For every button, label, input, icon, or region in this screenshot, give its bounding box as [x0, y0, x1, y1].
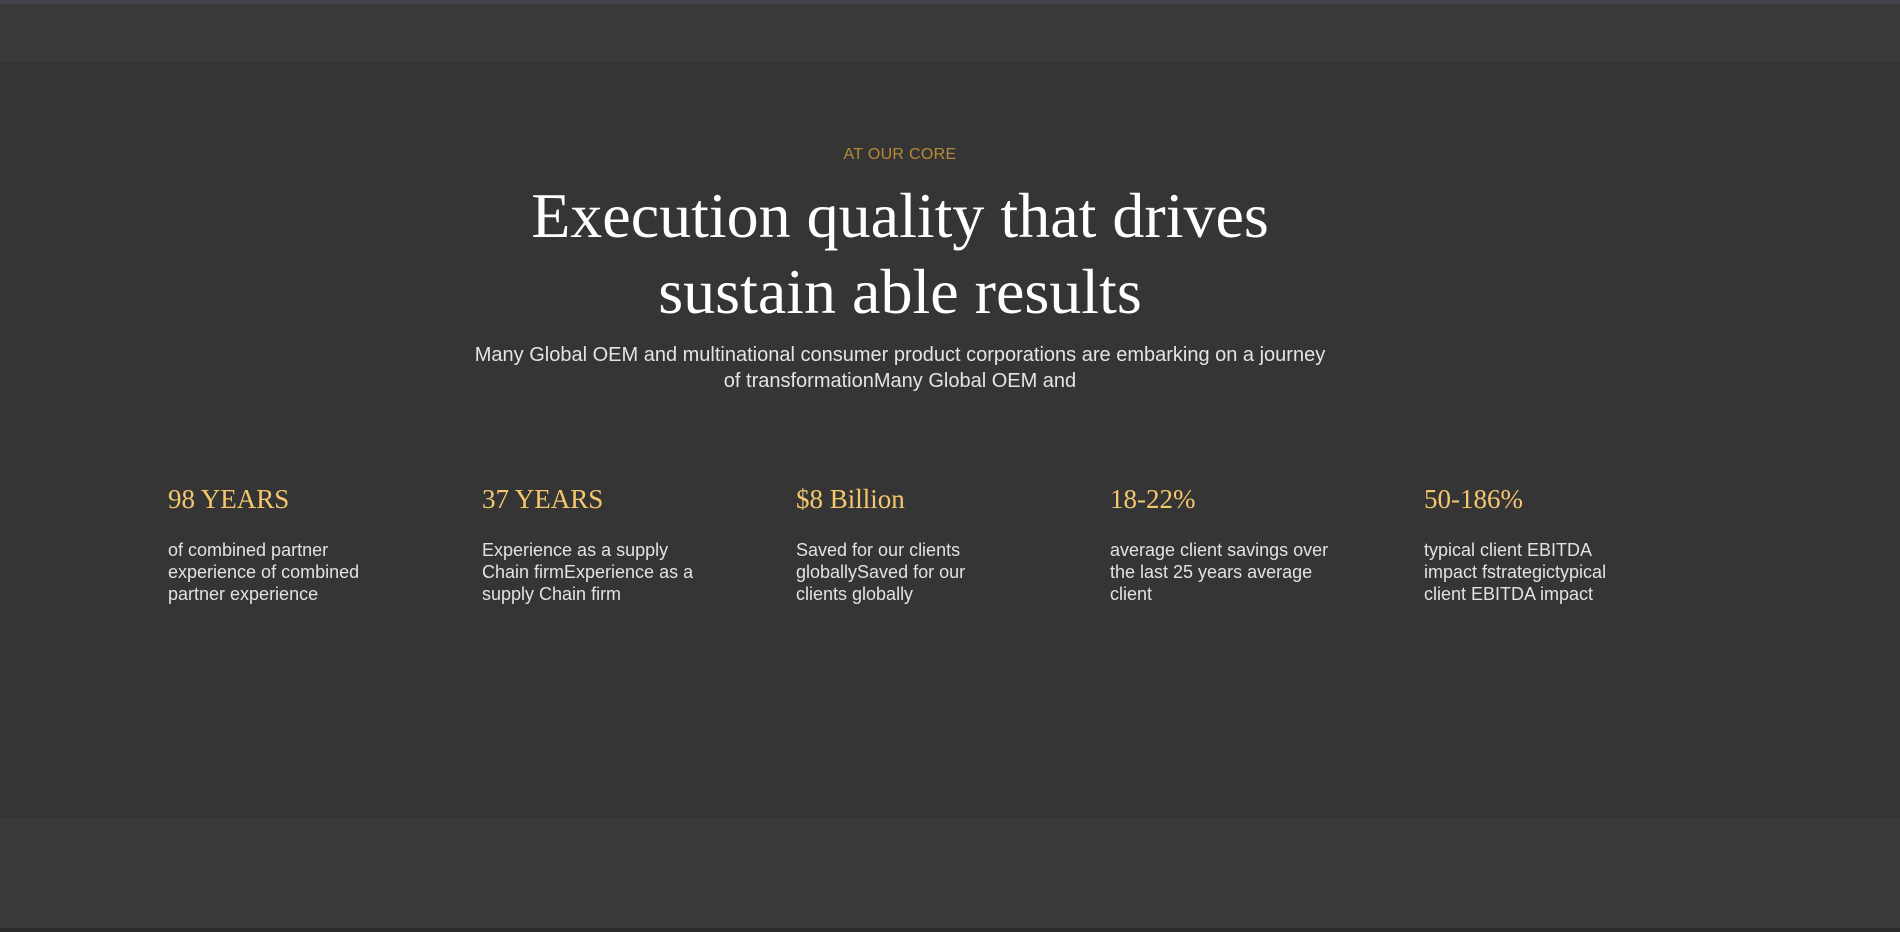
stat-value: 37 YEARS — [482, 484, 604, 514]
stat-value: 18-22% — [1110, 484, 1196, 514]
stat-item: 37 YEARS Experience as a supply Chain fi… — [482, 483, 702, 605]
stat-description: of combined partner experience of combin… — [168, 540, 360, 604]
bottom-band — [0, 818, 1900, 928]
stat-item: 50-186% typical client EBITDA impact fst… — [1424, 483, 1644, 605]
stat-value: 98 YEARS — [168, 484, 290, 514]
stat-item: 98 YEARS of combined partner experience … — [168, 483, 388, 605]
section-eyebrow: AT OUR CORE — [843, 146, 957, 163]
stat-description: Saved for our clients globallySaved for … — [796, 540, 966, 604]
stat-description: typical client EBITDA impact fstrategict… — [1424, 540, 1607, 604]
bottom-border — [0, 928, 1900, 932]
core-section — [0, 62, 1900, 818]
stat-item: $8 Billion Saved for our clients globall… — [796, 483, 1016, 605]
stat-description: average client savings over the last 25 … — [1110, 540, 1329, 604]
stat-value: 50-186% — [1424, 484, 1523, 514]
section-intro: Many Global OEM and multinational consum… — [474, 344, 1326, 392]
stats-row: 98 YEARS of combined partner experience … — [168, 483, 1768, 623]
stat-item: 18-22% average client savings over the l… — [1110, 483, 1330, 605]
top-band — [0, 4, 1900, 62]
stat-value: $8 Billion — [796, 484, 905, 514]
section-headline: Execution quality that drives sustain ab… — [531, 180, 1269, 327]
stat-description: Experience as a supply Chain firmExperie… — [482, 540, 694, 604]
